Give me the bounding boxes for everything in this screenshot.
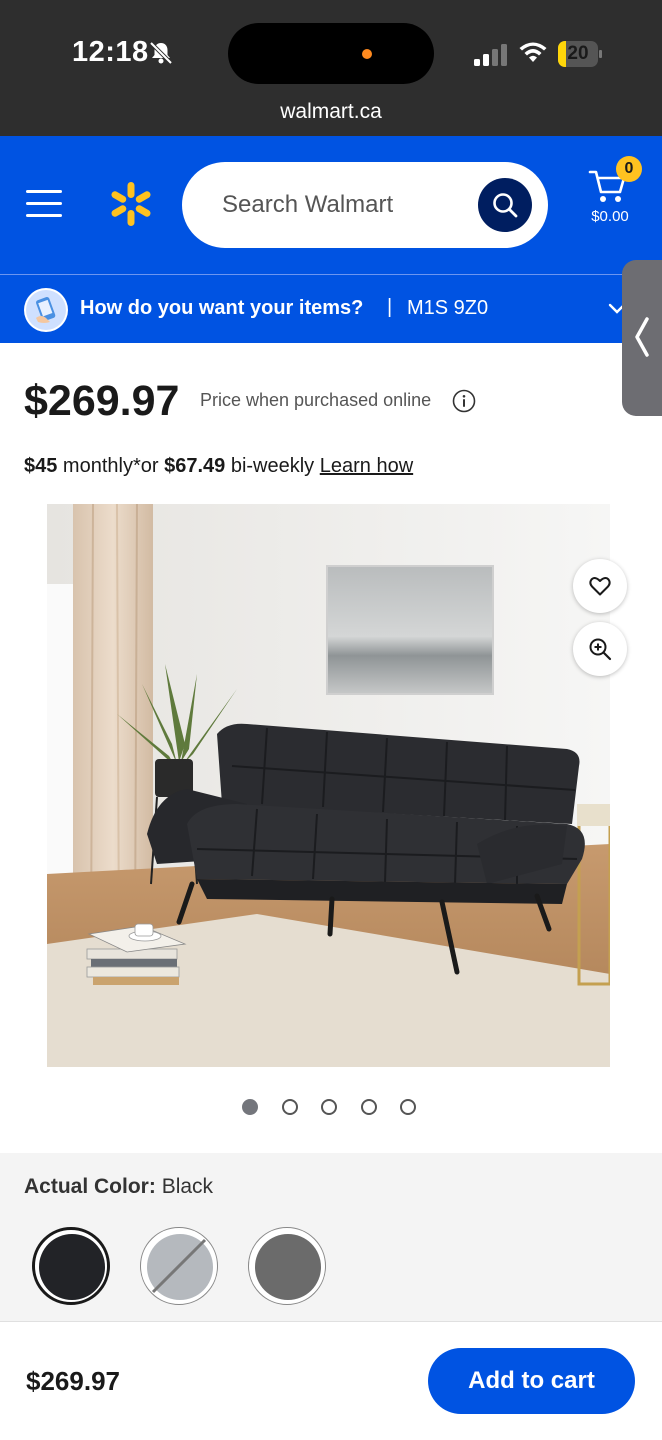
delivery-selector[interactable]: How do you want your items? | M1S 9Z0 [0, 274, 662, 343]
cart-button[interactable]: 0 $0.00 [584, 156, 644, 246]
biweekly-amount: $67.49 [164, 455, 226, 477]
privacy-indicator [362, 49, 372, 59]
search-input[interactable] [222, 162, 472, 248]
favorite-button[interactable] [573, 559, 627, 613]
dynamic-island [228, 23, 434, 84]
zoom-in-icon [589, 638, 612, 661]
product-price: $269.97 [24, 377, 180, 425]
site-header: 0 $0.00 [0, 136, 662, 274]
swatch-fill [39, 1234, 105, 1300]
carousel-dot[interactable] [321, 1099, 337, 1115]
battery-body: 20 [558, 41, 598, 67]
product-image[interactable] [47, 504, 610, 1067]
carousel-dot[interactable] [281, 1099, 298, 1115]
side-drawer-handle[interactable] [622, 260, 662, 416]
page: 12:18 20 walmart.ca Search Walmart 0 $0.… [0, 0, 662, 1440]
learn-how-link[interactable]: Learn how [320, 455, 413, 477]
bell-slash-icon [149, 41, 173, 65]
status-time: 12:18 [72, 36, 149, 68]
unavailable-slash [151, 1238, 207, 1294]
menu-button[interactable] [26, 190, 62, 218]
swatch-black[interactable] [32, 1227, 110, 1305]
carousel-dots [0, 1097, 662, 1117]
heart-icon [589, 577, 611, 596]
carousel-dot[interactable] [400, 1099, 416, 1115]
sofa-photo [47, 504, 610, 1067]
wifi-icon [519, 42, 547, 62]
color-label: Actual Color: [24, 1175, 156, 1198]
url-label[interactable]: walmart.ca [0, 100, 662, 124]
sticky-cart-bar: $269.97 Add to cart [0, 1321, 662, 1440]
battery-icon: 20 [558, 41, 602, 67]
zoom-button[interactable] [573, 622, 627, 676]
hamburger-line [26, 190, 62, 193]
search-button[interactable] [478, 178, 532, 232]
monthly-text: monthly*or [57, 455, 165, 477]
monthly-amount: $45 [24, 455, 58, 477]
signal-icon [474, 44, 507, 66]
financing-text: $45 monthly*or $67.49 bi-weekly Learn ho… [24, 455, 413, 478]
carousel-dot[interactable] [360, 1099, 377, 1115]
hamburger-line [26, 214, 62, 217]
cart-total: $0.00 [591, 208, 629, 225]
color-value: Black [161, 1175, 214, 1198]
carousel-dot[interactable] [242, 1099, 258, 1115]
search-bar [182, 162, 548, 248]
cart-count-badge: 0 [616, 156, 642, 182]
battery-cap [599, 50, 602, 58]
status-bar: 12:18 20 walmart.ca [0, 0, 662, 136]
add-to-cart-button[interactable]: Add to cart [428, 1348, 635, 1414]
swatch-dark-grey[interactable] [248, 1227, 326, 1305]
hamburger-line [26, 202, 62, 205]
color-variant-section: Actual Color: Black [0, 1153, 662, 1323]
swatch-grey-unavailable[interactable] [140, 1227, 218, 1305]
battery-level: 20 [567, 43, 589, 64]
walmart-spark-logo[interactable] [108, 180, 154, 228]
postal-code: M1S 9Z0 [407, 297, 489, 319]
color-label-row: Actual Color: Black [24, 1175, 213, 1199]
swatch-fill [255, 1234, 321, 1300]
delivery-separator: | [387, 296, 393, 318]
sticky-price: $269.97 [26, 1366, 120, 1396]
delivery-question: How do you want your items? [80, 297, 364, 319]
info-icon[interactable] [452, 389, 476, 413]
search-icon [493, 193, 518, 218]
product-details: $269.97 Price when purchased online $45 … [0, 343, 662, 1153]
chevron-left-icon [635, 317, 649, 357]
delivery-phone-icon [24, 288, 68, 332]
price-note: Price when purchased online [200, 390, 432, 410]
biweekly-text: bi-weekly [225, 455, 320, 477]
